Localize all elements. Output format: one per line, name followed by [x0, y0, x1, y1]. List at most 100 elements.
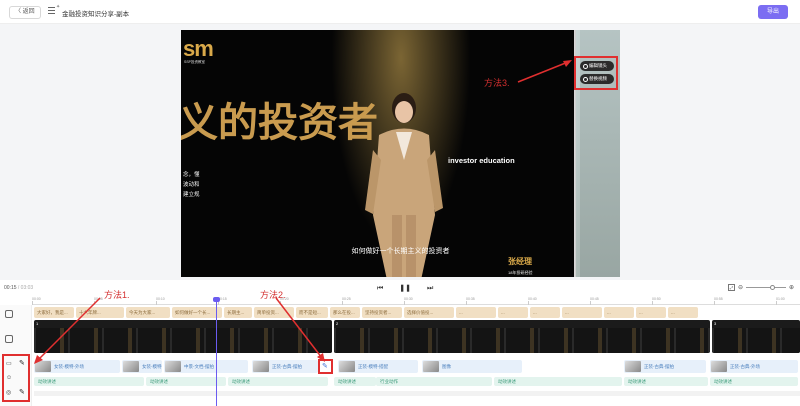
avatar-label: 中景-文档-摆拍 — [184, 364, 214, 369]
avatar-clip[interactable]: 女装-模特-... — [122, 360, 162, 373]
video-side-text: 念，懂 波动和 建立规 — [183, 172, 200, 198]
caption-clip[interactable]: ... — [456, 307, 496, 318]
caption-clip[interactable]: ... — [530, 307, 560, 318]
pause-icon[interactable]: ❚❚ — [399, 285, 411, 292]
editor-page: 〈 返回 ✦ 金融投资知识分享-副本 导出 sm SSP投资教室 义的投资者 念… — [0, 0, 800, 406]
previous-icon[interactable]: ⏮ — [377, 285, 383, 292]
avatar-clip[interactable]: 中景-文档-摆拍 — [164, 360, 248, 373]
replace-video-button[interactable]: 替换视频 — [580, 74, 614, 84]
settings-icon: ◎ — [6, 390, 12, 396]
presenter-title: 18年投研经验 — [508, 270, 533, 275]
avatar-label: 正装-古典-摆拍 — [272, 364, 302, 369]
avatar-thumbnail — [423, 361, 439, 372]
scene-number: 2 — [336, 321, 339, 326]
caption-clip[interactable]: 简单投资... — [254, 307, 294, 318]
scene-clip[interactable]: 2 — [334, 320, 710, 353]
caption-clip[interactable]: 如何做好一个长... — [172, 307, 222, 318]
caption-clip[interactable]: 坚持投资者... — [362, 307, 402, 318]
scene-clip[interactable]: 3 — [712, 320, 800, 353]
ruler-tick: 00:55 — [714, 297, 723, 305]
zoom-in-icon[interactable]: ⊕ — [789, 284, 794, 291]
caption-clip[interactable]: 那么在投... — [330, 307, 360, 318]
empty-track — [34, 391, 800, 396]
avatar-clip[interactable]: 正装-古典-外场 — [710, 360, 798, 373]
avatar-label: 女装-模特-... — [142, 364, 162, 369]
ruler-tick: 00:35 — [466, 297, 475, 305]
method1-label: 方法1. — [104, 290, 130, 300]
avatar-clip[interactable]: 正装-古典-摆拍 — [252, 360, 318, 373]
video-track-icon — [5, 335, 13, 343]
action-clip[interactable]: 动效讲述 — [228, 377, 328, 386]
avatar-clip[interactable]: 图像 — [422, 360, 522, 373]
replace-icon — [583, 76, 588, 82]
avatar-track-icon: ▭ — [6, 361, 12, 367]
action-clip[interactable]: 动效讲述 — [494, 377, 622, 386]
action-clip[interactable]: 动效讲述 — [334, 377, 376, 386]
action-clip[interactable]: 动效讲述 — [34, 377, 144, 386]
action-clip[interactable]: 行业动作 — [376, 377, 492, 386]
edit-shot-button[interactable]: 编辑镜头 — [580, 61, 614, 71]
method1-highlight: ▭ ✎ ☺ ◎ ✎ — [2, 354, 30, 402]
avatar-thumbnail — [123, 361, 139, 372]
caption-clip[interactable]: ... — [498, 307, 528, 318]
edit-pen-icon-3[interactable]: ✎ — [322, 362, 328, 370]
fit-icon[interactable]: ⤢ — [727, 284, 735, 291]
ruler-tick: 01:00 — [776, 297, 785, 305]
presenter-name: 张经理 — [508, 257, 532, 266]
avatar-thumbnail — [339, 361, 355, 372]
avatar-thumbnail — [711, 361, 727, 372]
video-subtitle: 如何做好一个长期主义的投资者 — [351, 248, 450, 255]
video-preview[interactable]: sm SSP投资教室 义的投资者 念，懂 波动和 建立规 investor ed… — [181, 30, 620, 277]
playback-controls: ⏮ ❚❚ ⏭ — [377, 284, 447, 293]
scene-thumbnails — [34, 328, 332, 353]
caption-clip[interactable]: 大家好，我是... — [34, 307, 74, 318]
avatar-clip[interactable]: 女装-模特-外场 — [34, 360, 120, 373]
back-button[interactable]: 〈 返回 — [9, 6, 41, 19]
action-clip[interactable]: 动效讲述 — [710, 377, 798, 386]
scene-thumbnails — [334, 328, 710, 353]
action-track: 动效讲述 动效讲述 动效讲述 动效讲述 行业动作 动效讲述 动效讲述 动效讲述 — [34, 377, 800, 386]
caption-clip[interactable]: ... — [636, 307, 666, 318]
caption-track-icon — [5, 310, 13, 318]
method3-label: 方法3. — [484, 78, 510, 88]
caption-clip[interactable]: 十六年牌... — [76, 307, 124, 318]
caption-clip[interactable]: ... — [562, 307, 602, 318]
top-bar: 〈 返回 ✦ 金融投资知识分享-副本 导出 — [0, 0, 800, 24]
time-ruler[interactable]: 00:00 00:05 00:10 00:15 00:20 00:25 00:30 00:35… — [32, 297, 800, 305]
edit-pen-icon[interactable]: ✎ — [19, 359, 25, 367]
playhead[interactable] — [213, 297, 220, 406]
caption-clip[interactable]: 今天为大家... — [126, 307, 170, 318]
preview-area: sm SSP投资教室 义的投资者 念，懂 波动和 建立规 investor ed… — [0, 24, 800, 280]
avatar-clip[interactable]: 正装-模特-搭配 — [338, 360, 418, 373]
ruler-tick: 00:40 — [528, 297, 537, 305]
export-button[interactable]: 导出 — [758, 5, 788, 19]
action-clip[interactable]: 动效讲述 — [146, 377, 226, 386]
caption-clip[interactable]: 选择价值投... — [404, 307, 454, 318]
star-icon[interactable]: ✦ — [56, 4, 60, 10]
zoom-out-icon[interactable]: ⊖ — [738, 284, 743, 291]
avatar-label: 正装-古典-摆拍 — [644, 364, 674, 369]
investor-text: investor education — [448, 156, 515, 165]
zoom-knob[interactable] — [769, 285, 775, 290]
zoom-slider[interactable] — [745, 285, 786, 290]
menu-icon[interactable] — [48, 7, 55, 14]
scene-thumbnails — [712, 328, 800, 353]
video-big-title: 义的投资者 — [181, 100, 378, 146]
ruler-tick: 00:45 — [590, 297, 599, 305]
avatar-thumbnail — [35, 361, 51, 372]
avatar-label: 正装-模特-搭配 — [358, 364, 388, 369]
edit-pen-icon-2[interactable]: ✎ — [19, 388, 25, 396]
action-clip[interactable]: 动效讲述 — [624, 377, 708, 386]
timecode: 00:15 / 03:03 — [4, 285, 34, 291]
scene-track: 1 2 3 — [34, 320, 800, 353]
caption-clip[interactable]: 而不是短... — [296, 307, 328, 318]
avatar-clip[interactable]: 正装-古典-摆拍 — [624, 360, 706, 373]
caption-clip[interactable]: ... — [604, 307, 634, 318]
avatar-label: 正装-古典-外场 — [730, 364, 760, 369]
caption-clip[interactable]: 长期主... — [224, 307, 252, 318]
next-icon[interactable]: ⏭ — [427, 285, 433, 292]
document-title: 金融投资知识分享-副本 — [62, 11, 130, 18]
ruler-tick: 00:05 — [94, 297, 103, 305]
caption-clip[interactable]: ... — [668, 307, 698, 318]
scene-clip[interactable]: 1 — [34, 320, 332, 353]
